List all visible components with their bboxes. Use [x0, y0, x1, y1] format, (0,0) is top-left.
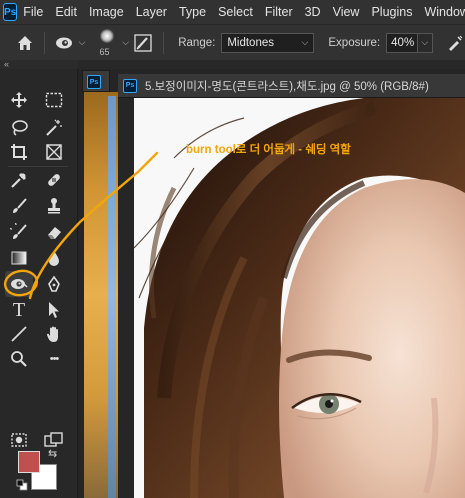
menu-view[interactable]: View: [333, 5, 360, 19]
menu-3d[interactable]: 3D: [305, 5, 321, 19]
menu-type[interactable]: Type: [179, 5, 206, 19]
brush-settings-icon[interactable]: [133, 32, 153, 54]
image-canvas[interactable]: [134, 98, 465, 498]
zoom-icon[interactable]: [5, 346, 33, 372]
photoshop-doc-icon: Ps: [87, 75, 101, 89]
drop-icon[interactable]: [40, 245, 68, 271]
history-brush-icon[interactable]: [5, 219, 33, 245]
brush-tip-icon: [100, 28, 115, 43]
arrow-icon[interactable]: [40, 297, 68, 323]
pen-icon[interactable]: [40, 271, 68, 297]
document-titlebar[interactable]: Ps 5.보정이미지-명도(콘트라스트),채도.jpg @ 50% (RGB/8…: [118, 74, 465, 98]
annotation-label: burn tool로 더 어둡게 - 쉐딩 역할: [186, 144, 351, 156]
range-value: Midtones: [227, 36, 274, 49]
frame-icon[interactable]: [40, 139, 68, 165]
menu-layer[interactable]: Layer: [136, 5, 167, 19]
brush-size-value: 65: [99, 46, 110, 57]
line-icon[interactable]: [5, 321, 33, 347]
chevron-down-icon[interactable]: ⌵: [122, 37, 129, 48]
chevron-down-icon: ⌵: [301, 37, 309, 47]
foreground-color-swatch[interactable]: [18, 451, 40, 473]
photoshop-logo[interactable]: Ps: [3, 3, 18, 21]
menu-edit[interactable]: Edit: [55, 5, 77, 19]
marquee-icon[interactable]: [40, 87, 68, 113]
default-colors-icon[interactable]: [16, 479, 28, 491]
burn-tool-preset-icon[interactable]: [55, 34, 75, 52]
wand-icon[interactable]: [40, 115, 68, 141]
lasso-icon[interactable]: [5, 115, 33, 141]
divider: [44, 31, 46, 54]
gradient-icon[interactable]: [5, 245, 33, 271]
photoshop-doc-icon: Ps: [123, 78, 137, 93]
airbrush-icon[interactable]: [445, 32, 465, 54]
menu-bar: Ps File Edit Image Layer Type Select Fil…: [0, 0, 465, 24]
quick-mask-icon[interactable]: [5, 427, 33, 453]
exposure-slider-toggle[interactable]: ⌵: [417, 32, 433, 53]
menu-plugins[interactable]: Plugins: [371, 5, 412, 19]
pasteboard: [118, 98, 134, 498]
toolbar: T ••• ⇆: [0, 69, 78, 498]
toolbar-collapse-button[interactable]: «: [0, 60, 78, 69]
background-document-edge: [108, 96, 116, 498]
brush-icon[interactable]: [5, 193, 33, 219]
chevron-down-icon[interactable]: ⌵: [79, 37, 86, 48]
bandage-icon[interactable]: [40, 167, 68, 193]
stamp-icon[interactable]: [40, 193, 68, 219]
menu-filter[interactable]: Filter: [265, 5, 293, 19]
range-label: Range:: [178, 36, 216, 49]
exposure-input[interactable]: 40%: [386, 32, 418, 53]
home-icon[interactable]: [16, 33, 34, 53]
screen-mode-icon[interactable]: [40, 427, 68, 453]
menu-window[interactable]: Window: [424, 5, 465, 19]
brush-preset-picker[interactable]: 65: [93, 27, 119, 59]
document-title: 5.보정이미지-명도(콘트라스트),채도.jpg @ 50% (RGB/8#): [145, 80, 429, 93]
hand-icon[interactable]: [40, 321, 68, 347]
burn-icon[interactable]: [5, 271, 33, 297]
menu-select[interactable]: Select: [218, 5, 253, 19]
exposure-label: Exposure:: [328, 36, 381, 49]
portrait-photo: [134, 98, 465, 498]
range-select[interactable]: Midtones ⌵: [221, 32, 315, 53]
ellipsis-icon[interactable]: •••: [40, 346, 68, 372]
document-tab-background[interactable]: Ps: [82, 70, 110, 92]
eraser-icon[interactable]: [40, 219, 68, 245]
menu-file[interactable]: File: [23, 5, 43, 19]
type-icon[interactable]: T: [5, 297, 33, 323]
options-bar: ⌵ 65 ⌵ Range: Midtones ⌵ Exposure: 40% ⌵: [0, 24, 465, 60]
divider: [163, 31, 165, 54]
menu-image[interactable]: Image: [89, 5, 124, 19]
eyedropper-icon[interactable]: [5, 167, 33, 193]
move-icon[interactable]: [5, 87, 33, 113]
crop-icon[interactable]: [5, 139, 33, 165]
